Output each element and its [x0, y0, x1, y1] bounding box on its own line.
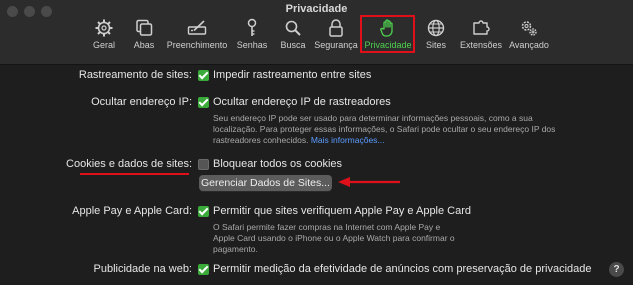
tab-extensoes[interactable]: Extensões	[459, 16, 503, 58]
desc-line: O Safari permite fazer compras na Intern…	[213, 222, 441, 232]
tracking-option: Impedir rastreamento entre sites	[213, 69, 372, 81]
desc-line: localização. Para proteger essas informa…	[213, 124, 556, 134]
tabs-icon	[136, 19, 153, 36]
tab-label: Abas	[133, 40, 155, 50]
ads-checkbox[interactable]	[198, 264, 209, 275]
tab-label: Avançado	[509, 40, 549, 50]
hide-ip-checkbox[interactable]	[198, 97, 209, 108]
tab-avancado[interactable]: Avançado	[507, 16, 551, 58]
desc-line: rastreadores conhecidos. Mais informaçõe…	[213, 135, 613, 146]
desc-line: pagamento.	[213, 244, 258, 254]
apple-pay-label: Apple Pay e Apple Card:	[72, 205, 192, 217]
block-cookies-checkbox[interactable]	[198, 159, 209, 170]
tab-abas[interactable]: Abas	[128, 16, 160, 58]
apple-pay-option: Permitir que sites verifiquem Apple Pay …	[213, 205, 472, 217]
help-button[interactable]: ?	[609, 262, 624, 277]
gears-icon	[521, 21, 537, 36]
lock-icon	[329, 19, 343, 37]
hide-ip-label: Ocultar endereço IP:	[91, 96, 192, 108]
tab-label: Extensões	[459, 40, 503, 50]
tab-label: Busca	[280, 40, 306, 50]
hide-ip-option: Ocultar endereço IP de rastreadores	[213, 96, 391, 108]
annotation-arrow-icon	[338, 177, 400, 187]
tracking-label: Rastreamento de sites:	[78, 69, 192, 81]
manage-website-data-button[interactable]: Gerenciar Dados de Sites...	[199, 175, 332, 191]
block-cookies-option: Bloquear todos os cookies	[213, 158, 343, 170]
window-title: Privacidade	[285, 3, 348, 15]
apple-pay-checkbox[interactable]	[198, 206, 209, 217]
desc-line: Apple Card usando o iPhone ou o Apple Wa…	[213, 233, 455, 243]
apple-pay-description: O Safari permite fazer compras na Intern…	[213, 222, 513, 255]
magnifier-icon	[285, 20, 301, 36]
globe-icon	[427, 19, 445, 37]
tab-label: Segurança	[314, 40, 358, 50]
hide-ip-description: Seu endereço IP pode ser usado para dete…	[213, 113, 613, 146]
cookies-label: Cookies e dados de sites:	[66, 158, 192, 170]
tab-label: Preenchimento	[166, 40, 228, 50]
ads-label: Publicidade na web:	[93, 263, 192, 275]
tab-preenchimento[interactable]: Preenchimento	[166, 16, 228, 58]
tab-label: Senhas	[236, 40, 268, 50]
desc-line: Seu endereço IP pode ser usado para dete…	[213, 113, 533, 123]
tab-label: Sites	[425, 40, 446, 50]
tab-senhas[interactable]: Senhas	[235, 16, 269, 58]
annotation-underline	[80, 173, 189, 175]
preferences-window: Privacidade Geral Abas Preenchimento Sen…	[0, 0, 633, 285]
highlight-box-privacidade	[360, 15, 415, 53]
desc-text: rastreadores conhecidos.	[213, 135, 309, 145]
more-info-link[interactable]: Mais informações...	[311, 135, 385, 145]
tab-geral[interactable]: Geral	[86, 16, 122, 58]
title-bar: Privacidade Geral Abas Preenchimento Sen…	[0, 0, 633, 65]
tab-seguranca[interactable]: Segurança	[314, 16, 358, 58]
preferences-toolbar: Geral Abas Preenchimento Senhas Busca Se…	[0, 16, 633, 62]
tab-sites[interactable]: Sites	[422, 16, 450, 58]
tab-busca[interactable]: Busca	[277, 16, 309, 58]
puzzle-icon	[473, 20, 490, 35]
key-icon	[247, 18, 257, 36]
pencil-field-icon	[187, 20, 207, 35]
tracking-checkbox[interactable]	[198, 70, 209, 81]
ads-option: Permitir medição da efetividade de anúnc…	[213, 263, 592, 275]
gear-icon	[95, 19, 113, 37]
tab-label: Geral	[92, 40, 115, 50]
